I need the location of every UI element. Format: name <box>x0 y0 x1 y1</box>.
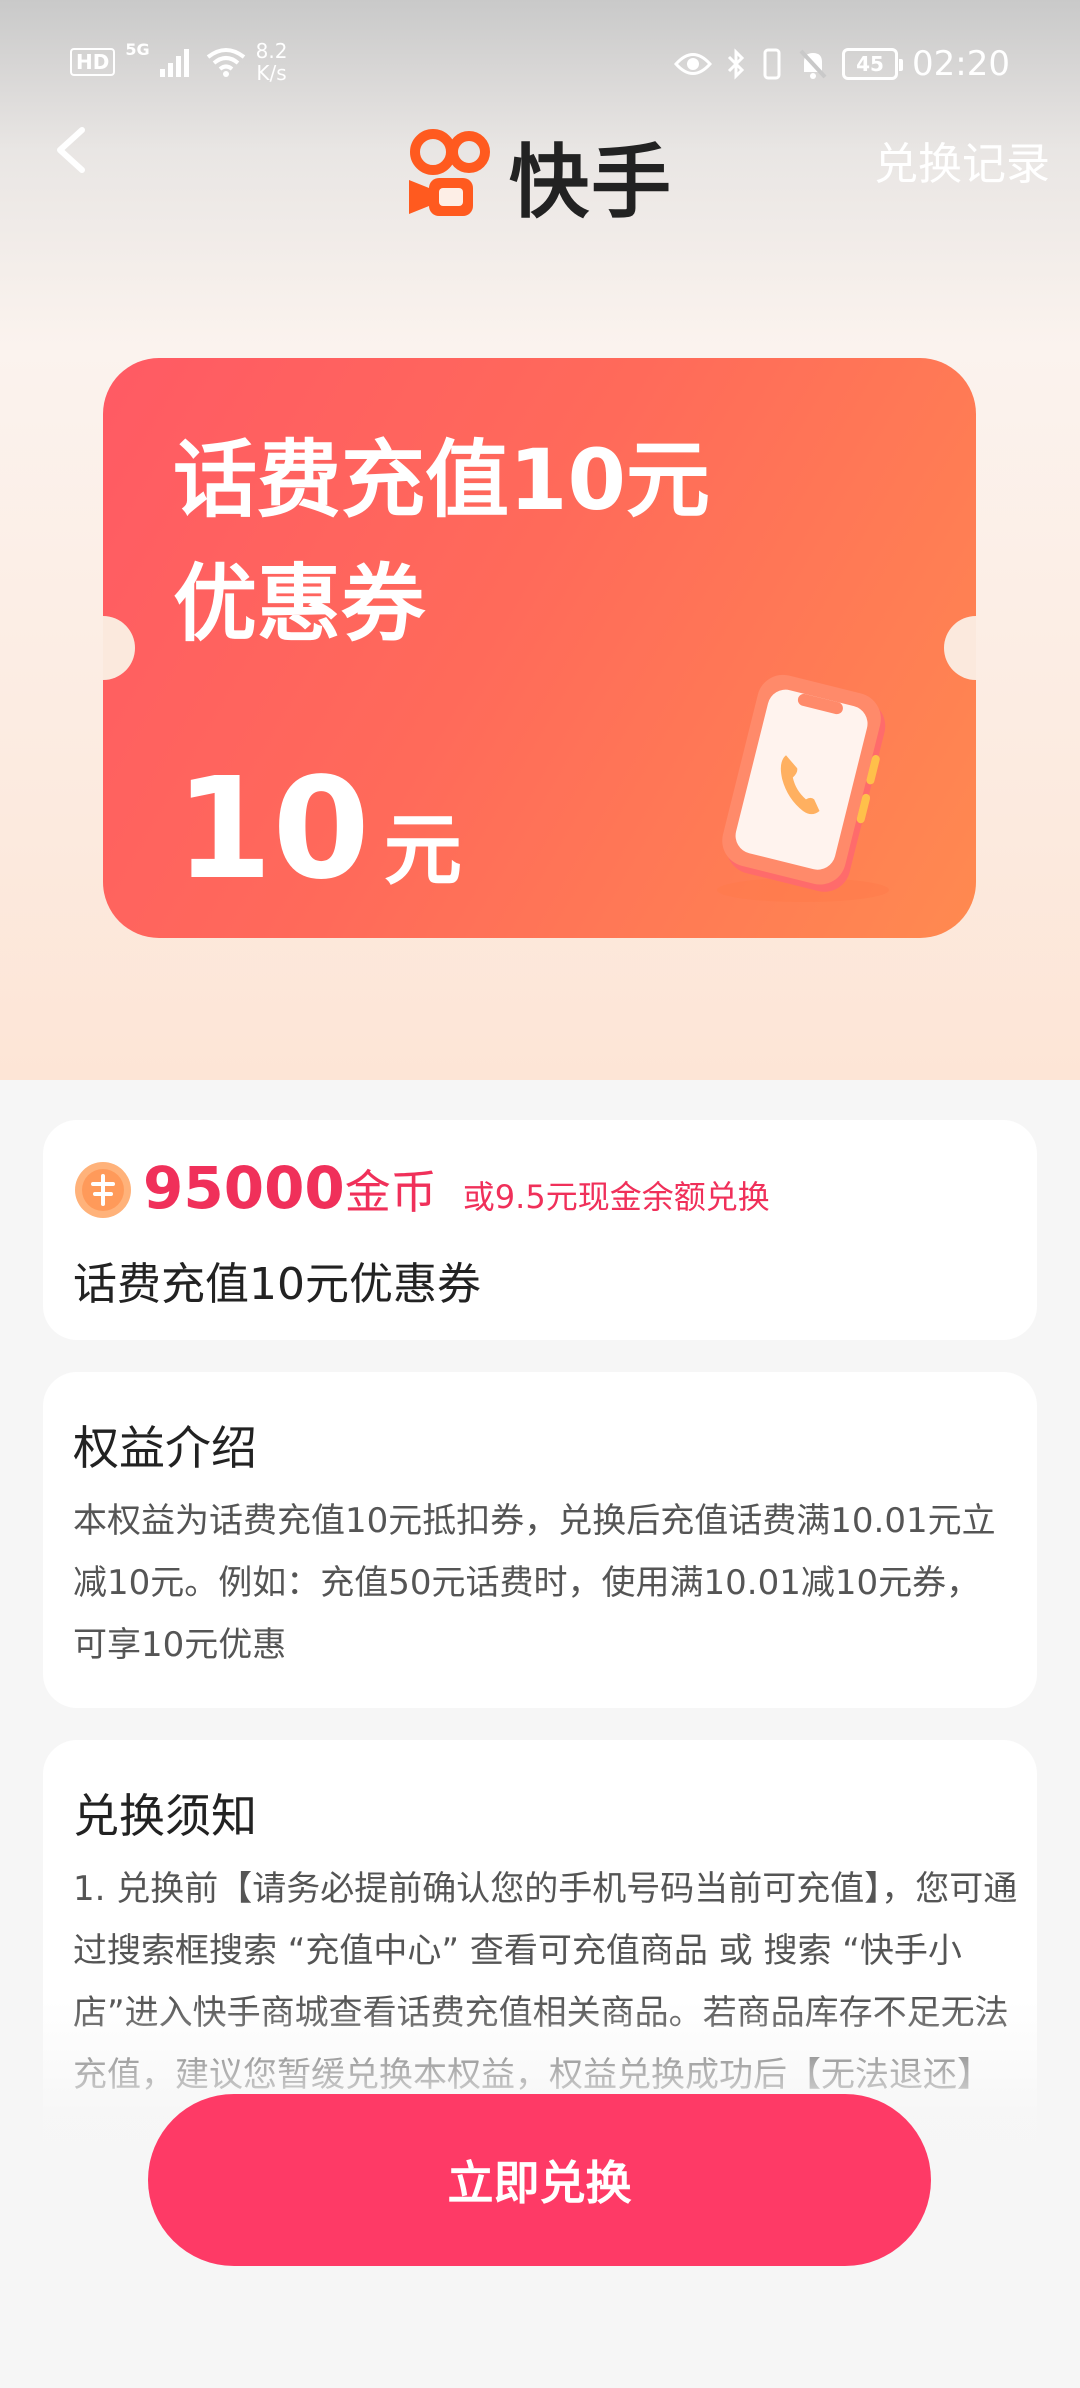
network-speed: 8.2 K/s <box>256 40 288 84</box>
coupon-card: 话费充值10元 优惠券 10 元 <box>103 358 976 938</box>
phone-icon <box>717 674 889 902</box>
chevron-left-icon <box>57 127 85 173</box>
app-logo: 快手 <box>405 118 673 234</box>
status-left: HD 5G 8.2 K/s <box>70 40 287 84</box>
redeem-record-link[interactable]: 兑换记录 <box>874 128 1050 192</box>
benefit-body: 本权益为话费充值10元抵扣券，兑换后充值话费满10.01元立减10元。例如：充值… <box>73 1501 996 1665</box>
bluetooth-icon <box>727 48 745 80</box>
wifi-icon <box>206 48 245 77</box>
cash-alternative: 或9.5元现金余额兑换 <box>462 1178 770 1216</box>
coin-icon <box>75 1162 131 1218</box>
status-bar: HD 5G 8.2 K/s 45 02:20 <box>0 0 1080 130</box>
status-right: 45 02:20 <box>674 44 1010 84</box>
speed-unit: K/s <box>256 61 287 85</box>
notice-title: 兑换须知 <box>73 1789 257 1843</box>
clock: 02:20 <box>912 44 1010 84</box>
coupon-title-line1: 话费充值10元 <box>173 431 710 529</box>
hd-badge: HD <box>70 48 116 76</box>
vibrate-icon <box>763 48 781 80</box>
coupon-notch-right <box>944 616 976 680</box>
eye-icon <box>674 53 713 75</box>
coupon-amount-unit: 元 <box>383 806 462 896</box>
coin-price: 95000 <box>143 1154 345 1222</box>
benefit-card: 权益介绍 本权益为话费充值10元抵扣券，兑换后充值话费满10.01元立减10元。… <box>43 1372 1037 1708</box>
network-type: 5G <box>125 40 150 59</box>
product-name: 话费充值10元优惠券 <box>73 1259 481 1310</box>
speed-value: 8.2 <box>255 39 288 63</box>
price-line: 95000 金币 或9.5元现金余额兑换 <box>143 1154 770 1222</box>
back-button[interactable] <box>50 120 110 200</box>
signal-icon <box>159 49 189 77</box>
price-card: 95000 金币 或9.5元现金余额兑换 话费充值10元优惠券 <box>43 1120 1037 1340</box>
battery-indicator: 45 <box>842 48 904 80</box>
coupon-title-line2: 优惠券 <box>173 555 426 653</box>
logo-text: 快手 <box>509 136 673 229</box>
coupon-notch-left <box>103 616 135 680</box>
redeem-now-button[interactable]: 立即兑换 <box>148 2094 931 2266</box>
coupon-title: 话费充值10元 优惠券 <box>173 418 793 666</box>
kuaishou-logo-icon <box>409 129 490 216</box>
coupon-amount-value: 10 <box>175 748 370 911</box>
coupon-amount: 10 元 <box>175 748 462 911</box>
benefit-title: 权益介绍 <box>73 1421 257 1475</box>
mute-bell-icon <box>799 49 827 79</box>
coin-unit: 金币 <box>344 1165 437 1219</box>
